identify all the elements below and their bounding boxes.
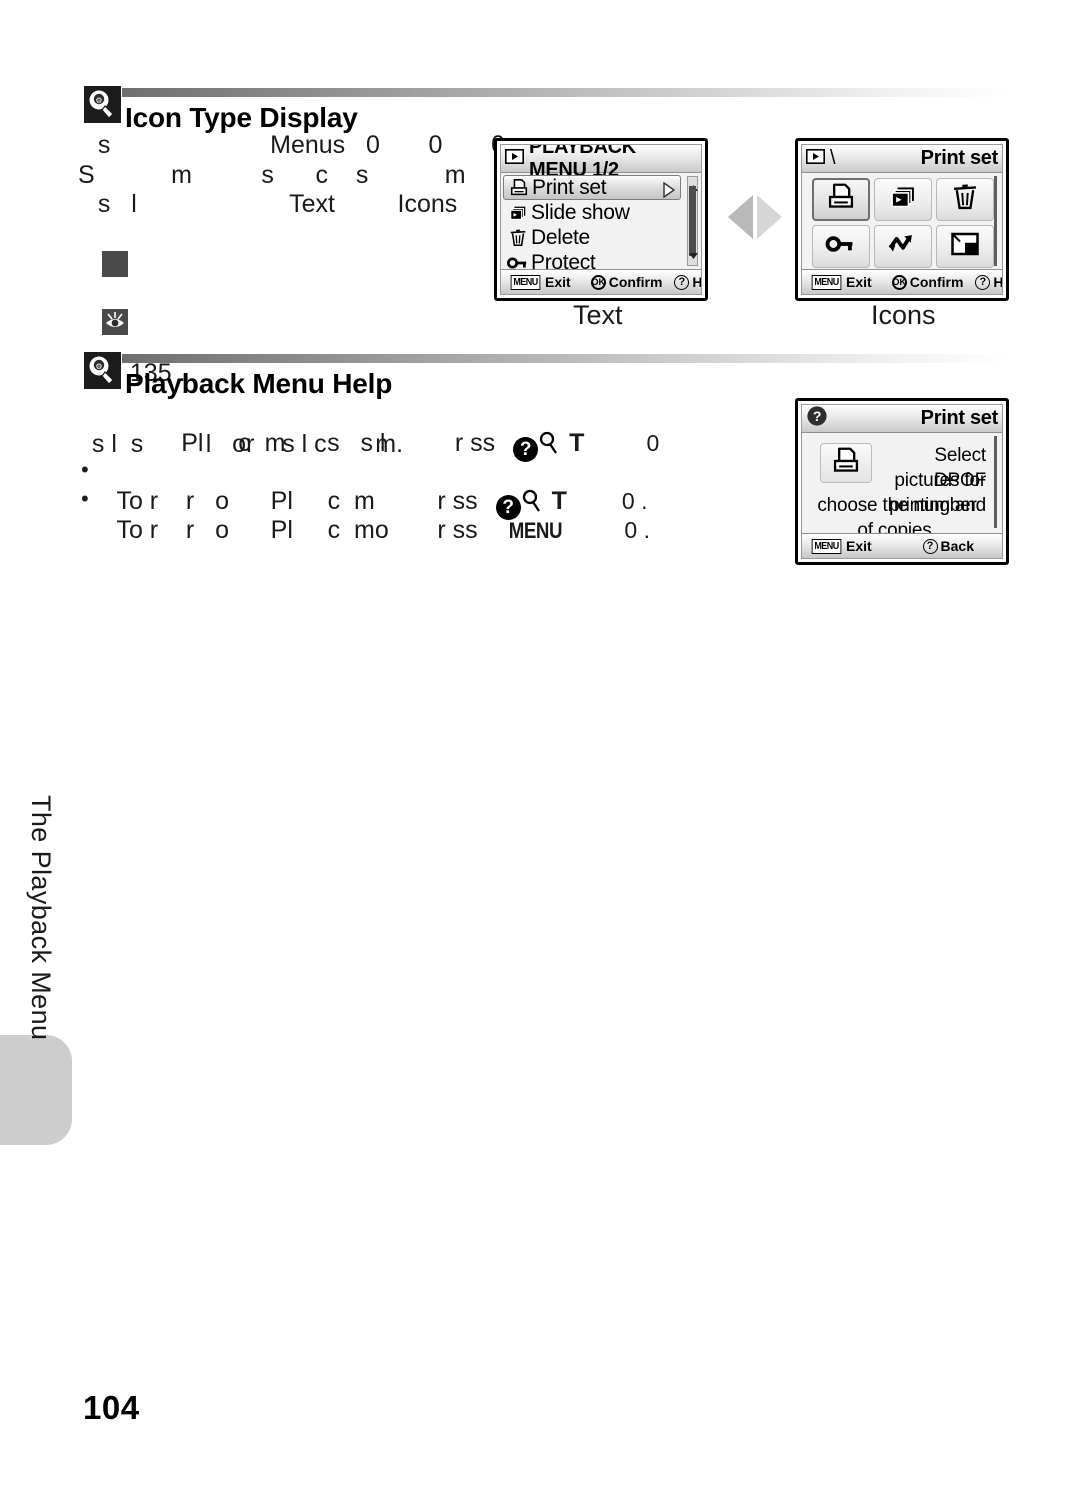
page-number: 104 bbox=[83, 1389, 140, 1426]
transfer-icon bbox=[887, 230, 919, 263]
footer-confirm[interactable]: OK Confirm bbox=[590, 274, 663, 290]
footer-exit[interactable]: MENU Exit bbox=[810, 538, 872, 554]
printer-icon bbox=[506, 178, 532, 198]
heading-rule bbox=[122, 354, 1008, 363]
help-screen: ? Print set Select pictures for DPOF pri… bbox=[795, 398, 1009, 565]
help-screen-titlebar: ? Print set bbox=[802, 405, 1002, 433]
footer-exit[interactable]: MENU Exit bbox=[810, 274, 872, 290]
small-pic-icon bbox=[950, 231, 980, 262]
body-line-2: S m s c s m bbox=[78, 161, 466, 189]
slideshow-icon bbox=[888, 182, 918, 217]
svg-text:⚙: ⚙ bbox=[95, 362, 102, 371]
text-menu-footer: MENU Exit OK Confirm ? Help bbox=[501, 269, 701, 294]
key-icon bbox=[825, 230, 857, 263]
slideshow-icon bbox=[505, 203, 531, 223]
question-icon: ? bbox=[806, 405, 828, 433]
eye-reference-icon bbox=[101, 251, 128, 335]
left-right-arrow-pair bbox=[728, 195, 782, 239]
menu-button-glyph: MENU bbox=[811, 538, 842, 554]
titlebar-separator: \ bbox=[830, 147, 836, 169]
menu-item-label: Print set bbox=[532, 175, 607, 199]
grid-cell-slide-show[interactable] bbox=[874, 178, 932, 221]
printer-icon bbox=[826, 182, 856, 217]
ok-button-glyph: OK bbox=[891, 274, 907, 290]
tip-bulb-icon: ⚙ bbox=[84, 86, 121, 123]
ok-button-glyph: OK bbox=[590, 274, 606, 290]
scroll-down-arrow[interactable] bbox=[689, 246, 698, 264]
icon-menu-titlebar: \ Print set bbox=[802, 145, 1002, 173]
caption-icons: Icons bbox=[871, 300, 936, 330]
menu-item-label: Delete bbox=[531, 225, 590, 249]
trailing-glyph: 0 bbox=[646, 430, 660, 456]
help-scroll-indicator bbox=[994, 436, 997, 528]
footer-label: Help bbox=[993, 274, 1003, 290]
grid-cell-small-picture[interactable] bbox=[936, 225, 994, 268]
menu-button-glyph: MENU bbox=[508, 518, 562, 543]
trash-icon bbox=[950, 182, 980, 217]
playback-icon bbox=[505, 147, 524, 170]
section-title: Playback Menu Help bbox=[125, 368, 393, 399]
footer-label: Exit bbox=[846, 274, 872, 290]
help-bullet-2: To r r o Pl c mo r ss MENU 0 . bbox=[81, 486, 650, 545]
grid-cell-transfer-marking[interactable] bbox=[874, 225, 932, 268]
trash-icon bbox=[505, 228, 531, 248]
body-line-3: s l Text Icons bbox=[84, 190, 458, 218]
section-title: Icon Type Display bbox=[125, 102, 358, 133]
footer-help[interactable]: ? Help bbox=[674, 274, 702, 290]
text-menu-screen: PLAYBACK MENU 1/2 Print set Slide show D… bbox=[494, 138, 708, 301]
footer-label: Confirm bbox=[608, 274, 663, 290]
menu-item-delete[interactable]: Delete bbox=[503, 225, 701, 250]
help-body-line-2: s l s l or s l c m. bbox=[78, 430, 404, 458]
printer-icon bbox=[831, 446, 861, 481]
help-button-glyph: ? bbox=[922, 538, 938, 554]
bullet-trailing: 0 . bbox=[624, 517, 650, 543]
footer-label: Exit bbox=[545, 274, 571, 290]
heading-rule bbox=[122, 88, 1008, 97]
footer-back[interactable]: ? Back bbox=[922, 538, 974, 554]
svg-text:⚙: ⚙ bbox=[95, 96, 102, 105]
help-button-glyph: ? bbox=[975, 274, 991, 290]
svg-text:?: ? bbox=[813, 408, 821, 424]
tip-bulb-icon: ⚙ bbox=[84, 352, 121, 389]
menu-button-glyph: MENU bbox=[811, 274, 842, 290]
grid-scroll-indicator bbox=[994, 176, 997, 266]
menu-button-glyph: MENU bbox=[510, 274, 541, 290]
menu-item-print-set[interactable]: Print set bbox=[503, 175, 681, 200]
chevron-right-icon bbox=[662, 180, 676, 204]
grid-cell-protect[interactable] bbox=[812, 225, 870, 268]
icon-menu-screen: \ Print set MENU Exit OK Confirm ? H bbox=[795, 138, 1009, 301]
tele-glyph: T bbox=[569, 429, 585, 457]
arrow-left-icon bbox=[728, 195, 753, 239]
footer-label: Confirm bbox=[909, 274, 964, 290]
sidebar-tab-label: The Playback Menu bbox=[26, 795, 56, 1041]
footer-exit[interactable]: MENU Exit bbox=[509, 274, 571, 290]
help-thumbnail bbox=[820, 443, 872, 483]
scrollbar[interactable] bbox=[687, 176, 698, 266]
help-screen-title: Print set bbox=[920, 407, 999, 429]
help-screen-footer: MENU Exit ? Back bbox=[802, 533, 1002, 558]
icon-menu-title: Print set bbox=[920, 147, 999, 169]
footer-confirm[interactable]: OK Confirm bbox=[891, 274, 964, 290]
caption-text: Text bbox=[573, 300, 623, 330]
icon-menu-footer: MENU Exit OK Confirm ? Help bbox=[802, 269, 1002, 294]
arrow-right-icon bbox=[757, 195, 782, 239]
body-line-1: s Menus 0 0 0 bbox=[84, 131, 505, 159]
bullet-text: To r r o Pl c mo r ss bbox=[116, 516, 478, 544]
playback-icon bbox=[806, 147, 825, 170]
footer-help[interactable]: ? Help bbox=[975, 274, 1003, 290]
grid-cell-print-set[interactable] bbox=[812, 178, 870, 221]
text-menu-titlebar: PLAYBACK MENU 1/2 bbox=[501, 145, 701, 181]
footer-label: Help bbox=[692, 274, 702, 290]
footer-label: Exit bbox=[846, 538, 872, 554]
grid-cell-delete[interactable] bbox=[936, 178, 994, 221]
menu-item-label: Slide show bbox=[531, 200, 630, 224]
footer-label: Back bbox=[940, 538, 974, 554]
help-button-glyph: ? bbox=[674, 274, 690, 290]
